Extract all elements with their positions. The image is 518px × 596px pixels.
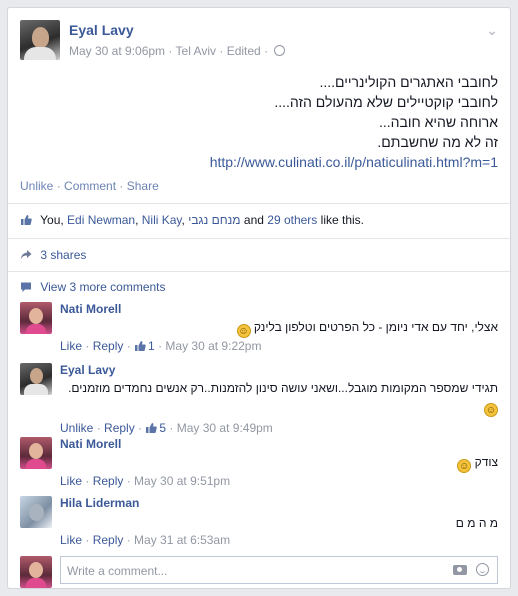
- comment-text: אצלי, יחד עם אדי ניומן - כל הפרטים וטלפו…: [236, 320, 498, 338]
- comment-bubble-icon: [21, 282, 31, 292]
- comment-footer: Like · Reply · 1 · May 30 at 9:22pm: [60, 339, 262, 353]
- like-comment-button[interactable]: Like: [60, 533, 82, 547]
- comment-input[interactable]: Write a comment...: [60, 556, 498, 584]
- post-line: לחובבי האתגרים הקולינריים....: [319, 74, 498, 90]
- comment-item: Nati Morell צודק ☺ Like · Reply · May 30…: [20, 437, 498, 488]
- smile-emoji-icon: ☺: [236, 324, 251, 338]
- liker-name[interactable]: מנחם נגבי: [188, 213, 240, 227]
- likes-and: and: [243, 213, 264, 227]
- commenter-name[interactable]: Nati Morell: [60, 302, 121, 316]
- divider: [8, 238, 510, 239]
- comment-like-count[interactable]: 1: [148, 339, 155, 353]
- reply-button[interactable]: Reply: [93, 533, 124, 547]
- reply-button[interactable]: Reply: [104, 421, 135, 435]
- comment-placeholder: Write a comment...: [67, 564, 168, 578]
- post-line: זה לא מה שחשבתם.: [377, 134, 498, 150]
- post-line: ארוחה שהיא חובה...: [378, 114, 498, 130]
- comment-item: Eyal Lavy תגידי שמספר המקומות מוגבל...וש…: [20, 363, 498, 435]
- liker-name[interactable]: Nili Kay: [142, 213, 182, 227]
- comment-time[interactable]: May 30 at 9:49pm: [177, 421, 273, 435]
- chevron-down-icon[interactable]: ⌄: [486, 22, 498, 39]
- divider: [8, 203, 510, 204]
- comment-text: תגידי שמספר המקומות מוגבל...ושאני עושה ס…: [68, 381, 498, 417]
- commenter-name[interactable]: Nati Morell: [60, 437, 121, 451]
- like-comment-button[interactable]: Like: [60, 474, 82, 488]
- edited-label[interactable]: Edited: [227, 44, 261, 58]
- comment-footer: Like · Reply · May 31 at 6:53am: [60, 533, 231, 547]
- likes-suffix: like this.: [320, 213, 365, 227]
- comment-text: צודק ☺: [457, 455, 498, 473]
- post-link[interactable]: http://www.culinati.co.il/p/naticulinati…: [210, 154, 498, 170]
- like-comment-button[interactable]: Like: [60, 339, 82, 353]
- post-card: Eyal Lavy May 30 at 9:06pm · Tel Aviv · …: [7, 7, 511, 589]
- commenter-avatar[interactable]: [20, 363, 52, 395]
- liker-name[interactable]: Edi Newman: [67, 213, 135, 227]
- author-name[interactable]: Eyal Lavy: [69, 22, 134, 38]
- thumbs-up-icon: [135, 341, 146, 351]
- comment-item: Hila Liderman מ ה מ ם Like · Reply · May…: [20, 496, 498, 547]
- share-arrow-icon: [20, 250, 32, 260]
- author-avatar[interactable]: [20, 20, 60, 60]
- comment-time[interactable]: May 30 at 9:51pm: [134, 474, 230, 488]
- view-more-comments[interactable]: View 3 more comments: [20, 280, 166, 294]
- post-line: לחובבי קוקטיילים שלא מהעולם הזה....: [274, 94, 498, 110]
- comment-button[interactable]: Comment: [64, 179, 116, 193]
- thumbs-up-icon: [21, 215, 32, 225]
- comment-text: מ ה מ ם: [455, 516, 498, 530]
- likes-others-link[interactable]: 29 others: [267, 213, 317, 227]
- unlike-comment-button[interactable]: Unlike: [60, 421, 93, 435]
- likes-you: You: [40, 213, 61, 227]
- post-date[interactable]: May 30 at 9:06pm: [69, 44, 165, 58]
- globe-icon[interactable]: [274, 45, 286, 56]
- post-actions: Unlike · Comment · Share: [20, 179, 159, 193]
- comment-like-count[interactable]: 5: [159, 421, 166, 435]
- composer-avatar: [20, 556, 52, 588]
- comment-footer: Unlike · Reply · 5 · May 30 at 9:49pm: [60, 421, 273, 435]
- thumbs-up-icon: [146, 423, 158, 433]
- comment-time[interactable]: May 30 at 9:22pm: [165, 339, 261, 353]
- post-text: לחובבי האתגרים הקולינריים.... לחובבי קוק…: [20, 72, 498, 172]
- reply-button[interactable]: Reply: [93, 339, 124, 353]
- comment-time[interactable]: May 31 at 6:53am: [134, 533, 230, 547]
- commenter-avatar[interactable]: [20, 302, 52, 334]
- post-header: Eyal Lavy May 30 at 9:06pm · Tel Aviv · …: [20, 20, 498, 70]
- share-button[interactable]: Share: [127, 179, 159, 193]
- smile-emoji-icon: ☺: [457, 459, 472, 473]
- commenter-name[interactable]: Hila Liderman: [60, 496, 139, 510]
- unlike-button[interactable]: Unlike: [20, 179, 53, 193]
- shares-link[interactable]: 3 shares: [20, 248, 86, 262]
- camera-icon[interactable]: [453, 565, 467, 575]
- commenter-avatar[interactable]: [20, 437, 52, 469]
- smile-emoji-icon: ☺: [484, 403, 498, 417]
- likes-summary: You, Edi Newman, Nili Kay, מנחם נגבי and…: [20, 213, 364, 227]
- shares-count: 3 shares: [40, 248, 87, 262]
- reply-button[interactable]: Reply: [93, 474, 124, 488]
- comment-footer: Like · Reply · May 30 at 9:51pm: [60, 474, 231, 488]
- divider: [8, 271, 510, 272]
- post-meta: May 30 at 9:06pm · Tel Aviv · Edited ·: [69, 44, 286, 58]
- commenter-name[interactable]: Eyal Lavy: [60, 363, 115, 377]
- post-location[interactable]: Tel Aviv: [176, 44, 216, 58]
- comment-composer: Write a comment...: [20, 556, 498, 588]
- commenter-avatar[interactable]: [20, 496, 52, 528]
- emoji-icon[interactable]: [476, 563, 489, 576]
- view-more-label: View 3 more comments: [40, 280, 166, 294]
- comment-item: Nati Morell אצלי, יחד עם אדי ניומן - כל …: [20, 302, 498, 353]
